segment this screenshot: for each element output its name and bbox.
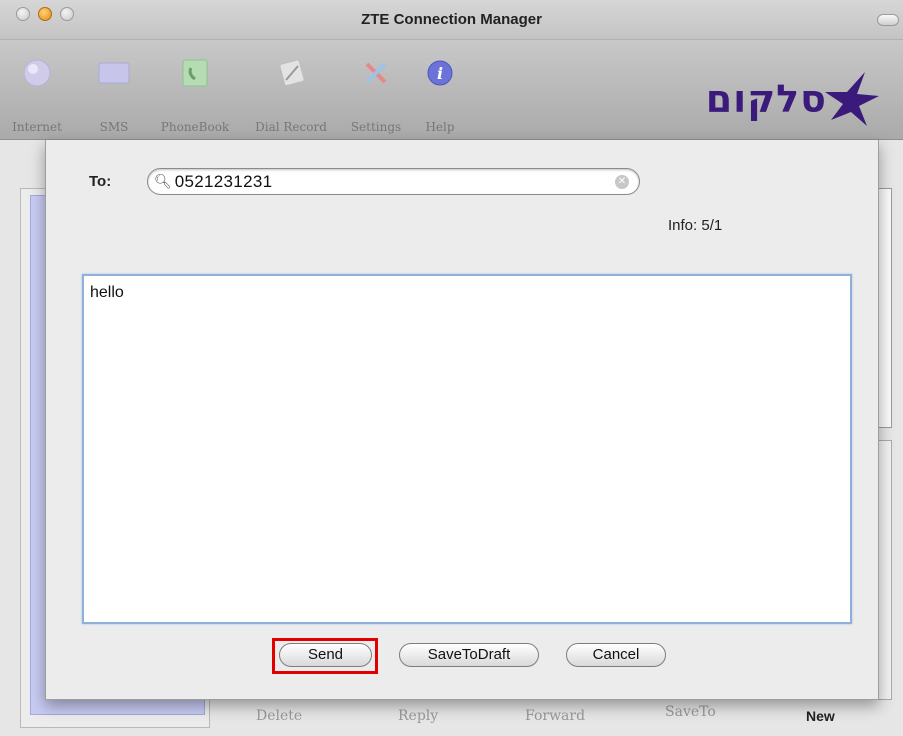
svg-text:i: i xyxy=(437,64,443,83)
toolbar-label-phonebook: PhoneBook xyxy=(160,120,230,134)
logo-text: סלקום xyxy=(705,77,827,121)
info-counter: Info: 5/1 xyxy=(668,217,723,234)
save-to-button[interactable]: SaveTo xyxy=(665,704,716,720)
toolbar-label-settings: Settings xyxy=(350,120,402,134)
main-toolbar: Internet SMS PhoneBook Dial Record Setti… xyxy=(0,40,903,140)
toolbar-label-help: Help xyxy=(425,120,455,134)
dial-record-icon xyxy=(275,58,307,88)
toolbar-help[interactable]: i Help xyxy=(422,58,458,134)
info-icon: i xyxy=(424,58,456,88)
title-bar: ZTE Connection Manager xyxy=(0,0,903,40)
toolbar-label-sms: SMS xyxy=(99,120,129,134)
send-button[interactable]: Send xyxy=(279,643,372,667)
cancel-button[interactable]: Cancel xyxy=(566,643,666,667)
save-to-draft-button[interactable]: SaveToDraft xyxy=(399,643,539,667)
cellcom-logo: סלקום xyxy=(706,70,883,128)
search-icon: 🔍︎ xyxy=(154,173,172,189)
clear-field-icon[interactable]: ✕ xyxy=(615,175,629,189)
new-message-sheet: To: 🔍︎ 0521231231 ✕ Info: 5/1 hello Send… xyxy=(45,140,879,700)
toolbar-phonebook[interactable]: PhoneBook xyxy=(161,58,229,134)
window-title: ZTE Connection Manager xyxy=(361,11,542,28)
recipient-field[interactable]: 🔍︎ 0521231231 ✕ xyxy=(147,168,640,195)
forward-button[interactable]: Forward xyxy=(525,708,585,724)
message-body-textarea[interactable]: hello xyxy=(82,274,852,624)
toolbar-settings[interactable]: Settings xyxy=(346,58,406,134)
settings-tools-icon xyxy=(360,58,392,88)
toolbar-toggle-button[interactable] xyxy=(877,14,899,26)
delete-button[interactable]: Delete xyxy=(256,708,302,724)
star-logo-icon xyxy=(825,72,879,126)
recipient-value: 0521231231 xyxy=(174,171,273,191)
toolbar-sms[interactable]: SMS xyxy=(94,58,134,134)
reply-button[interactable]: Reply xyxy=(398,708,438,724)
phonebook-icon xyxy=(179,58,211,88)
toolbar-label-dial-record: Dial Record xyxy=(255,120,327,134)
toolbar-label-internet: Internet xyxy=(12,120,62,134)
new-button[interactable]: New xyxy=(806,708,835,724)
globe-icon xyxy=(21,58,53,88)
toolbar-dial-record[interactable]: Dial Record xyxy=(255,58,327,134)
toolbar-internet[interactable]: Internet xyxy=(12,58,62,134)
to-label: To: xyxy=(89,173,112,190)
envelope-icon xyxy=(98,58,130,88)
